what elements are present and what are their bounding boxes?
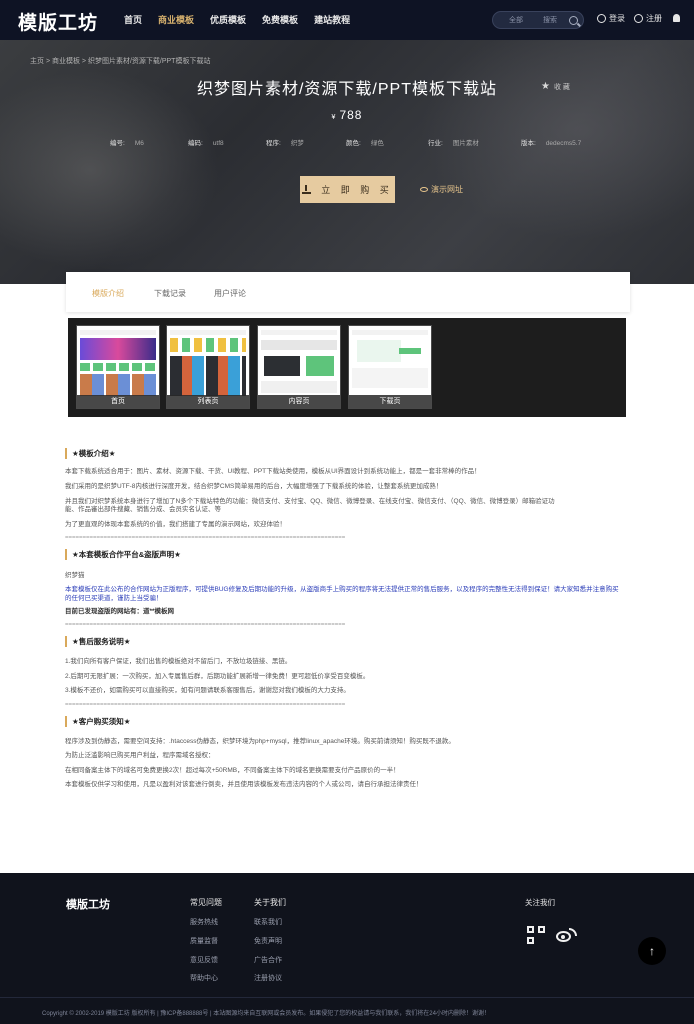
thumb-caption-list: 列表页 (167, 395, 249, 408)
piracy-sites: 目前已发现盗版的网站有：道**模板网 (65, 608, 175, 615)
back-to-top-button[interactable]: ↑ (638, 937, 666, 965)
buy-now-label: 立 即 购 买 (321, 185, 393, 195)
footer-link[interactable]: 帮助中心 (190, 973, 218, 983)
breadcrumb[interactable]: 主页 > 商业模板 > 织梦图片素材/资源下载/PPT模板下载站 (30, 56, 210, 66)
register-label: 注册 (646, 14, 662, 23)
currency-symbol: ¥ (331, 114, 337, 121)
tab-user-comments[interactable]: 用户评论 (214, 288, 246, 299)
copyright-text: Copyright © 2002-2019 模版工坊 版权所有 | 豫ICP备8… (42, 1011, 490, 1017)
spec-color: 颜色: 绿色 (346, 140, 384, 147)
footer-link[interactable]: 注册协议 (254, 973, 282, 983)
section-title-purchase-notes: ★客户购买须知★ (65, 716, 130, 727)
after-sales-item: 1.我们向所有客户保证，我们出售的模板绝对不留后门，不放垃圾链接、黑链。 (65, 658, 292, 665)
footer-col-about-title: 关于我们 (254, 898, 286, 907)
after-sales-item: 3.模板不还价，如需购买可以直接购买，如有问题请联系客服售后，谢谢您对我们模板的… (65, 687, 350, 694)
site-footer: 模版工坊 常见问题 服务热线 质量监督 意见反馈 帮助中心 关于我们 联系我们 … (0, 873, 694, 1024)
demo-link[interactable]: 演示网址 (420, 184, 463, 195)
thumb-home[interactable]: 首页 (76, 325, 160, 409)
search-icon[interactable] (569, 15, 578, 25)
search-category-select[interactable]: 全部 (493, 15, 533, 25)
thumb-caption-home: 首页 (77, 395, 159, 408)
divider-line: ========================================… (65, 622, 346, 628)
search-box[interactable]: 全部 搜索 (492, 11, 584, 29)
nav-home[interactable]: 首页 (116, 0, 150, 40)
detail-tabs: 模版介绍 下载记录 用户评论 (66, 272, 630, 312)
section-title-piracy: ★本套模板合作平台&盗版声明★ (65, 549, 181, 560)
thumb-caption-download: 下载页 (349, 395, 431, 408)
star-icon: ★ (541, 81, 550, 92)
follow-us-title: 关注我们 (525, 898, 555, 907)
user-icon (597, 14, 606, 23)
spec-program: 程序: 织梦 (266, 140, 304, 147)
thumb-caption-content: 内容页 (258, 395, 340, 408)
nav-tutorials[interactable]: 建站教程 (306, 0, 358, 40)
site-logo[interactable]: 模版工坊 (18, 8, 98, 35)
login-link[interactable]: 登录 (597, 13, 625, 24)
footer-link[interactable]: 意见反馈 (190, 955, 218, 965)
piracy-notice: 本套模板仅在此公布的合作网站为正版程序，可提供BUG修复及后期功能的升级，从盗版… (65, 586, 619, 602)
section-title-after-sales: ★售后服务说明★ (65, 636, 130, 647)
footer-logo[interactable]: 模版工坊 (66, 896, 110, 912)
price-value: 788 (339, 108, 363, 122)
thumb-download[interactable]: 下载页 (348, 325, 432, 409)
footer-link[interactable]: 联系我们 (254, 917, 282, 927)
demo-label: 演示网址 (431, 185, 463, 194)
product-specs: 编号: M6 编码: utf8 程序: 织梦 颜色: 绿色 行业: 图片素材 版本: ded… (0, 137, 694, 149)
register-link[interactable]: 注册 (634, 13, 662, 24)
search-input[interactable]: 搜索 (533, 15, 567, 25)
footer-link[interactable]: 广告合作 (254, 955, 282, 965)
footer-divider (0, 997, 694, 998)
footer-col-faq-title: 常见问题 (190, 898, 222, 907)
purchase-note: 为防止泛滥影响已购买用户利益，程序需域名授权： (65, 752, 215, 759)
eye-icon (420, 187, 428, 192)
purchase-note: 本套模板仅供学习和使用，凡是以盈利对该套进行倒卖，并且使用该模板发布违法内容的个… (65, 781, 423, 788)
screenshot-gallery: 首页 列表页 内容页 下载页 (68, 318, 626, 417)
tab-download-records[interactable]: 下载记录 (154, 288, 186, 299)
thumb-list[interactable]: 列表页 (166, 325, 250, 409)
product-price: ¥788 (0, 108, 694, 122)
register-icon (634, 14, 643, 23)
spec-encoding: 编码: utf8 (188, 140, 224, 147)
purchase-note: 在相同备案主体下的域名可免费更换2次！超过每次+50RMB，不同备案主体下的域名… (65, 767, 400, 774)
after-sales-item: 2.后期可无限扩展：一次购买，加入专属售后群，后期功能扩展新增一律免费！更可超低… (65, 673, 370, 680)
partner-name: 织梦猫 (65, 572, 85, 579)
spec-id: 编号: M6 (110, 140, 144, 147)
intro-paragraph: 我们采用的是织梦UTF-8内核进行深度开发，结合织梦CMS简单易用的后台，大幅度… (65, 483, 443, 490)
divider-line: ========================================… (65, 702, 346, 708)
divider-line: ========================================… (65, 535, 346, 541)
buy-now-button[interactable]: 立 即 购 买 (300, 176, 395, 203)
favorite-label: 收 藏 (553, 83, 570, 91)
intro-paragraph: 为了更直观的体现本套系统的价值，我们搭建了专属的演示网站，欢迎体验！ (65, 521, 286, 528)
tab-template-intro[interactable]: 模版介绍 (92, 288, 124, 299)
notification-bell-icon[interactable] (673, 14, 680, 22)
spec-version: 版本: dedecms5.7 (521, 140, 582, 147)
main-nav: 首页 商业模板 优质模板 免费模板 建站教程 (116, 0, 358, 40)
thumb-content[interactable]: 内容页 (257, 325, 341, 409)
section-title-intro: ★模板介绍★ (65, 448, 115, 459)
qr-code-icon[interactable] (527, 926, 545, 944)
login-label: 登录 (609, 14, 625, 23)
intro-paragraph: 本套下载系统适合用于：图片、素材、资源下载、干货、UI教程、PPT下载站类使用，… (65, 468, 481, 475)
download-icon (302, 185, 312, 194)
purchase-note: 程序涉及到伪静态，需要空间支持：.htaccess伪静态，织梦环境为php+my… (65, 738, 455, 745)
top-navbar: 模版工坊 首页 商业模板 优质模板 免费模板 建站教程 全部 搜索 登录 注册 (0, 0, 694, 40)
footer-link[interactable]: 质量监督 (190, 936, 218, 946)
nav-premium-templates[interactable]: 优质模板 (202, 0, 254, 40)
favorite-button[interactable]: ★ 收 藏 (541, 81, 570, 92)
product-hero: 主页 > 商业模板 > 织梦图片素材/资源下载/PPT模板下载站 织梦图片素材/… (0, 40, 694, 284)
footer-link[interactable]: 免责声明 (254, 936, 282, 946)
weibo-icon[interactable] (556, 928, 577, 942)
intro-paragraph: 能、作品審出部件搜藏、销售分成、会员实名认证、等 (65, 506, 221, 513)
footer-link[interactable]: 服务热线 (190, 917, 218, 927)
nav-business-templates[interactable]: 商业模板 (150, 0, 202, 40)
nav-free-templates[interactable]: 免费模板 (254, 0, 306, 40)
spec-industry: 行业: 图片素材 (428, 140, 479, 147)
product-title: 织梦图片素材/资源下载/PPT模板下载站 (196, 81, 497, 98)
